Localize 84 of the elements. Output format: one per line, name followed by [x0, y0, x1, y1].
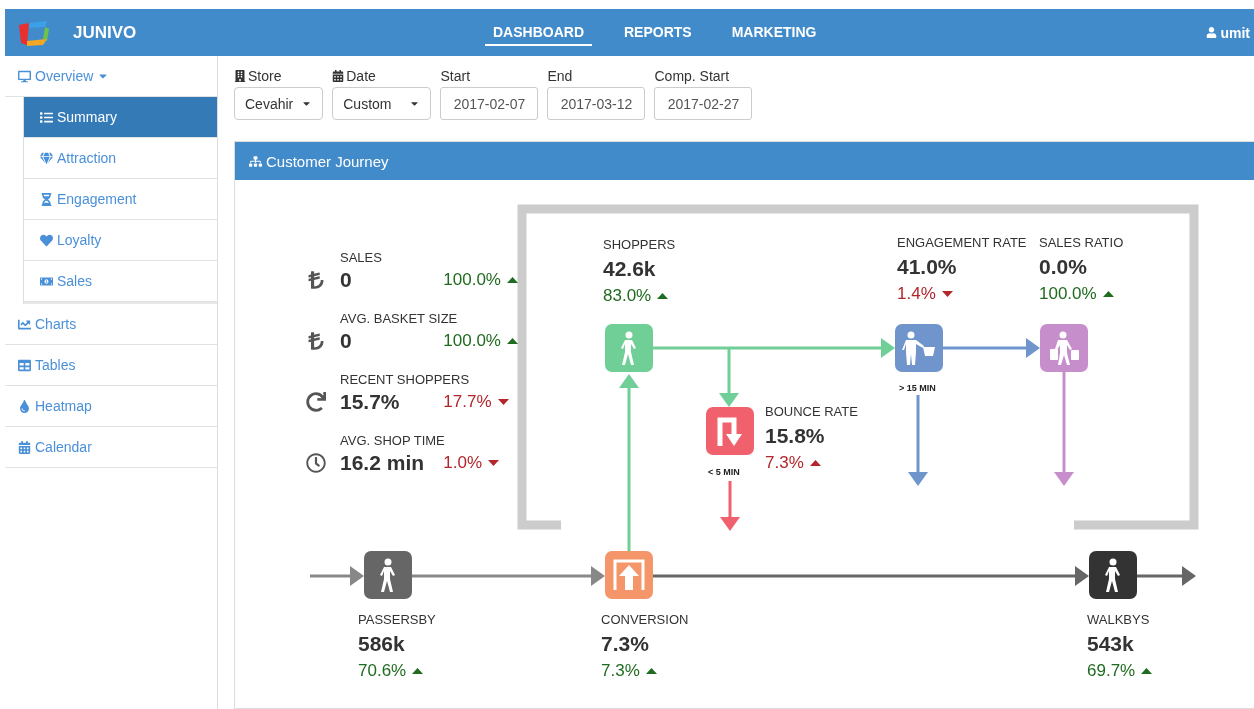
user-menu[interactable]: umit	[1206, 24, 1250, 41]
line-chart-icon	[18, 317, 31, 331]
date-label: Date	[346, 68, 376, 84]
metric-change: 17.7%	[443, 392, 492, 412]
sidebar-subitem[interactable]: Loyalty	[24, 220, 217, 261]
user-icon	[1206, 27, 1218, 38]
table-icon	[18, 358, 31, 372]
metric-value: 16.2 min	[340, 451, 425, 475]
stage-value: 586k	[358, 632, 406, 656]
stage-label: ENGAGEMENT RATE	[897, 235, 1027, 250]
panel-title: Customer Journey	[266, 152, 389, 170]
stage-change: 7.3%	[601, 661, 640, 681]
list-icon	[40, 110, 53, 124]
field-label: Comp. Start	[654, 68, 731, 84]
date-field[interactable]: 2017-03-12	[547, 87, 646, 120]
nav-link[interactable]: DASHBOARD	[485, 19, 592, 46]
stage-label: PASSERSBY	[358, 612, 436, 627]
stage-label: WALKBYS	[1087, 612, 1151, 627]
stage-label: SALES RATIO	[1039, 235, 1124, 250]
stage-change: 83.0%	[603, 286, 652, 306]
stage-value: 543k	[1087, 632, 1135, 656]
stage-value: 7.3%	[601, 632, 650, 656]
metric-label: SALES	[340, 250, 382, 265]
store-dropdown[interactable]: Cevahir	[234, 87, 324, 120]
stage-label: BOUNCE RATE	[765, 404, 858, 419]
nav-link[interactable]: REPORTS	[616, 19, 700, 46]
metric-value: 15.7%	[340, 390, 400, 414]
duration-note: < 5 MIN	[708, 467, 740, 477]
stage-change: 70.6%	[358, 661, 407, 681]
metric-change: 100.0%	[443, 331, 501, 351]
sidebar-item[interactable]: Charts	[5, 304, 217, 345]
refresh-icon	[306, 392, 326, 412]
sidebar-subitem[interactable]: Sales	[24, 261, 217, 302]
person-with-basket-icon	[901, 331, 937, 365]
metric-value: 0	[340, 329, 352, 353]
store-label: Store	[248, 68, 282, 84]
calendar-icon	[332, 70, 345, 82]
metric-label: AVG. BASKET SIZE	[340, 311, 458, 326]
metric-change: 100.0%	[443, 270, 501, 290]
lira-icon	[306, 331, 326, 351]
calendar-icon	[18, 440, 31, 454]
entrance-arrow-icon	[612, 558, 646, 592]
date-dropdown[interactable]: Custom	[332, 87, 432, 120]
stage-change: 69.7%	[1087, 661, 1136, 681]
date-field[interactable]: 2017-02-07	[440, 87, 539, 120]
drop-icon	[18, 399, 31, 413]
metric-label: AVG. SHOP TIME	[340, 433, 445, 448]
nav-link[interactable]: MARKETING	[723, 19, 825, 46]
stage-value: 41.0%	[897, 255, 958, 279]
sidebar-subitem[interactable]: Engagement	[24, 179, 217, 220]
stage-label: SHOPPERS	[603, 237, 676, 252]
sitemap-icon	[249, 154, 262, 168]
stage-change: 100.0%	[1039, 284, 1097, 304]
metric-label: RECENT SHOPPERS	[340, 372, 470, 387]
diamond-icon	[40, 151, 53, 165]
flow-arrow	[310, 566, 364, 586]
stage-value: 0.0%	[1039, 255, 1088, 279]
date-field[interactable]: 2017-02-27	[654, 87, 753, 120]
stage-label: CONVERSION	[601, 612, 689, 627]
stage-value: 15.8%	[765, 424, 826, 448]
logo-icon	[17, 18, 51, 47]
sidebar-subitem[interactable]: Attraction	[24, 138, 217, 179]
flow-arrow	[1137, 566, 1196, 586]
heart-icon	[40, 233, 53, 247]
building-icon	[234, 70, 246, 82]
field-label: End	[547, 68, 574, 84]
hourglass-icon	[40, 192, 53, 206]
metric-change: 1.0%	[443, 453, 483, 473]
stage-change: 1.4%	[897, 284, 936, 304]
monitor-icon	[18, 69, 31, 83]
clock-icon	[306, 453, 326, 473]
brand-name: JUNIVO	[73, 22, 137, 43]
stage-value: 42.6k	[603, 257, 657, 281]
field-label: Start	[440, 68, 472, 84]
metric-value: 0	[340, 268, 352, 292]
sidebar-item[interactable]: Heatmap	[5, 386, 217, 427]
flow-arrow	[720, 481, 740, 531]
person-with-bags-icon	[1047, 331, 1081, 365]
duration-note: > 15 MIN	[899, 383, 936, 393]
stage-change: 7.3%	[765, 453, 804, 473]
sidebar-item[interactable]: Tables	[5, 345, 217, 386]
sidebar-subitem[interactable]: Summary	[24, 97, 217, 138]
lira-icon	[306, 270, 326, 290]
sidebar-item[interactable]: Calendar	[5, 427, 217, 468]
